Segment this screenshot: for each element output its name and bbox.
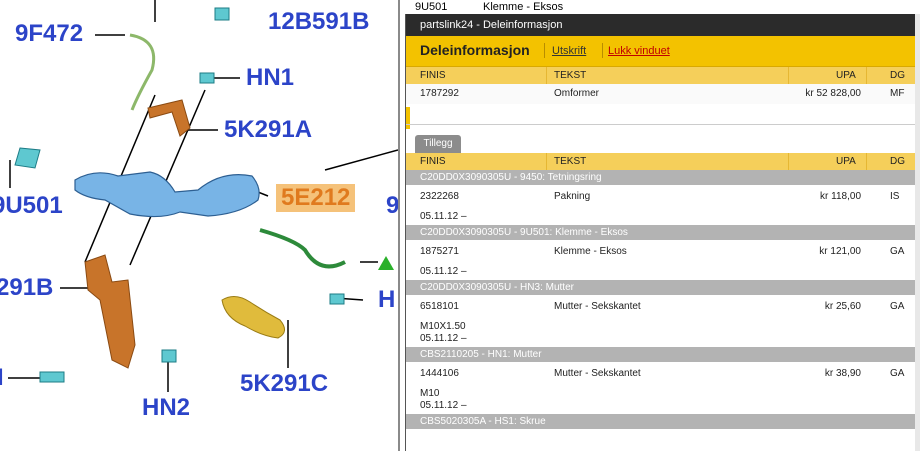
col-dg: DG	[890, 70, 905, 81]
header-separator	[544, 43, 545, 58]
close-window-link[interactable]: Lukk vinduet	[608, 45, 670, 57]
group-header: C20DD0X3090305U - HN3: Mutter	[406, 280, 920, 295]
parts-diagram: 9F472 12B591B HN1 5K291A 9U501 5E212 9 2…	[0, 0, 398, 451]
col-upa: UPA	[836, 156, 856, 167]
part-upa: kr 121,00	[819, 246, 861, 257]
clamp-9u501-part	[14, 147, 41, 169]
callout-9u501[interactable]: 9U501	[0, 194, 63, 218]
popup-header-bar: Deleinformasjon Utskrift Lukk vinduet	[406, 36, 920, 67]
bg-row-code: 9U501	[415, 1, 448, 13]
col-dg: DG	[890, 156, 905, 167]
main-part-row[interactable]: 1787292 Omformer kr 52 828,00 MF	[406, 84, 920, 104]
part-row[interactable]: 1444106 Mutter - Sekskantet kr 38,90 GA …	[406, 362, 920, 414]
part-dg: GA	[890, 246, 905, 257]
part-dg: IS	[890, 191, 900, 202]
bolt-part	[39, 371, 65, 383]
header-separator	[602, 43, 603, 58]
col-divider	[866, 153, 867, 170]
group-header: C20DD0X3090305U - 9U501: Klemme - Eksos	[406, 225, 920, 240]
part-finis: 6518101	[420, 301, 459, 312]
part-finis: 2322268	[420, 191, 459, 202]
direction-arrow	[378, 256, 394, 270]
part-tekst: Mutter - Sekskantet	[554, 368, 641, 379]
part-dg: GA	[890, 301, 905, 312]
part-row[interactable]: 2322268 Pakning kr 118,00 IS 05.11.12 –	[406, 185, 920, 225]
col-divider	[788, 67, 789, 84]
part-upa: kr 38,90	[824, 368, 861, 379]
extra-table-header: FINIS TEKST UPA DG	[406, 153, 920, 170]
print-link[interactable]: Utskrift	[552, 45, 586, 57]
part-upa: kr 25,60	[824, 301, 861, 312]
main-table-header: FINIS TEKST UPA DG	[406, 67, 920, 84]
part-dg: GA	[890, 368, 905, 379]
background-list-row[interactable]: 9U501 Klemme - Eksos	[400, 0, 920, 14]
group-header: CBS2110205 - HN1: Mutter	[406, 347, 920, 362]
col-divider	[546, 153, 547, 170]
part-note: 05.11.12 –	[420, 400, 467, 411]
popup-titlebar: partslink24 - Deleinformasjon	[406, 14, 920, 36]
col-divider	[866, 67, 867, 84]
part-note: 05.11.12 –	[420, 333, 467, 344]
tab-tillegg[interactable]: Tillegg	[415, 135, 461, 153]
callout-hn1[interactable]: HN1	[246, 66, 294, 90]
callout-9f472[interactable]: 9F472	[15, 22, 83, 46]
part-finis: 1444106	[420, 368, 459, 379]
spacer	[406, 104, 920, 125]
col-divider	[788, 153, 789, 170]
col-finis: FINIS	[420, 156, 446, 167]
part-tekst: Mutter - Sekskantet	[554, 301, 641, 312]
callout-5k291c[interactable]: 5K291C	[240, 372, 328, 396]
callout-5k291a[interactable]: 5K291A	[224, 118, 312, 142]
part-upa: kr 118,00	[820, 191, 861, 202]
part-note: 05.11.12 –	[420, 266, 467, 277]
main-finis: 1787292	[420, 88, 459, 99]
group-header: C20DD0X3090305U - 9450: Tetningsring	[406, 170, 920, 185]
callout-hn-right[interactable]: H	[378, 288, 395, 312]
callout-12b591b[interactable]: 12B591B	[268, 10, 369, 34]
part-finis: 1875271	[420, 246, 459, 257]
sensor-wire-lower	[259, 228, 346, 269]
clip-part	[214, 7, 230, 21]
nut-hn2-part	[161, 349, 177, 363]
popup-heading: Deleinformasjon	[420, 42, 530, 58]
part-row[interactable]: 6518101 Mutter - Sekskantet kr 25,60 GA …	[406, 295, 920, 347]
heat-shield-lower	[84, 254, 136, 369]
popup-scrollbar[interactable]	[915, 14, 920, 451]
group-header: CBS5020305A - HS1: Skrue	[406, 414, 920, 429]
callout-291b[interactable]: 291B	[0, 276, 53, 300]
bg-row-text: Klemme - Eksos	[483, 1, 564, 13]
callout-9-edge[interactable]: 9	[386, 194, 398, 218]
part-row[interactable]: 1875271 Klemme - Eksos kr 121,00 GA 05.1…	[406, 240, 920, 280]
part-info-popup: partslink24 - Deleinformasjon Deleinform…	[405, 14, 920, 451]
gasket-5k291c	[221, 296, 285, 339]
part-note: 05.11.12 –	[420, 211, 467, 222]
part-tekst: Pakning	[554, 191, 591, 202]
diagram-drawing	[8, 0, 398, 392]
nut-hn1-part	[199, 72, 215, 84]
main-upa: kr 52 828,00	[805, 88, 861, 99]
main-tekst: Omformer	[554, 88, 599, 99]
sensor-wire-upper	[129, 33, 156, 111]
col-finis: FINIS	[420, 70, 446, 81]
pane-divider[interactable]	[398, 0, 400, 451]
col-upa: UPA	[836, 70, 856, 81]
part-note: M10	[420, 388, 440, 399]
part-tekst: Klemme - Eksos	[554, 246, 627, 257]
nut-right-part	[329, 293, 345, 305]
col-tekst: TEKST	[554, 70, 587, 81]
callout-hn2[interactable]: HN2	[142, 396, 190, 420]
callout-5e212[interactable]: 5E212	[276, 184, 356, 212]
tab-strip: Tillegg	[406, 129, 920, 153]
col-divider	[546, 67, 547, 84]
part-note: M10X1.50	[420, 321, 466, 332]
callout-i-left[interactable]: I	[0, 366, 4, 390]
main-dg: MF	[890, 88, 905, 99]
heat-shield-upper	[147, 99, 191, 137]
col-tekst: TEKST	[554, 156, 587, 167]
